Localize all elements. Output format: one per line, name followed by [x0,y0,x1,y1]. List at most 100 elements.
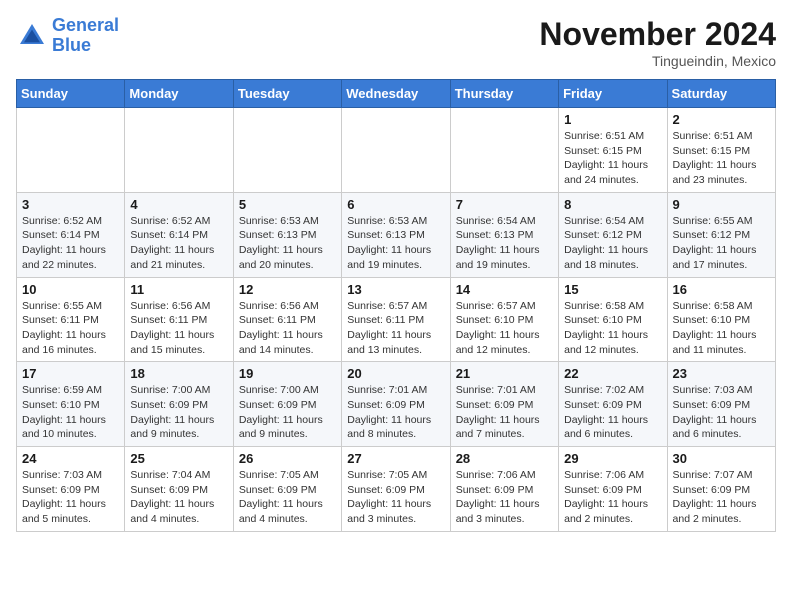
day-info: Sunrise: 7:05 AMSunset: 6:09 PMDaylight:… [239,468,336,527]
day-number: 5 [239,197,336,212]
calendar-cell: 24 Sunrise: 7:03 AMSunset: 6:09 PMDayligh… [17,447,125,532]
day-number: 12 [239,282,336,297]
day-info: Sunrise: 7:00 AMSunset: 6:09 PMDaylight:… [130,383,227,442]
day-info: Sunrise: 7:04 AMSunset: 6:09 PMDaylight:… [130,468,227,527]
calendar-cell: 21 Sunrise: 7:01 AMSunset: 6:09 PMDayligh… [450,362,558,447]
calendar-cell [342,108,450,193]
day-info: Sunrise: 6:54 AMSunset: 6:12 PMDaylight:… [564,214,661,273]
day-number: 21 [456,366,553,381]
calendar-cell: 9 Sunrise: 6:55 AMSunset: 6:12 PMDaylight… [667,192,775,277]
calendar-cell: 5 Sunrise: 6:53 AMSunset: 6:13 PMDaylight… [233,192,341,277]
calendar-cell [125,108,233,193]
calendar-header-row: SundayMondayTuesdayWednesdayThursdayFrid… [17,80,776,108]
day-info: Sunrise: 6:56 AMSunset: 6:11 PMDaylight:… [130,299,227,358]
day-info: Sunrise: 6:55 AMSunset: 6:11 PMDaylight:… [22,299,119,358]
day-number: 26 [239,451,336,466]
calendar-cell: 29Sunrise: 7:06 AMSunset: 6:09 PMDayligh… [559,447,667,532]
day-number: 30 [673,451,770,466]
weekday-header-wednesday: Wednesday [342,80,450,108]
day-number: 27 [347,451,444,466]
day-info: Sunrise: 6:57 AMSunset: 6:11 PMDaylight:… [347,299,444,358]
calendar-cell: 13 Sunrise: 6:57 AMSunset: 6:11 PMDayligh… [342,277,450,362]
day-info: Sunrise: 6:55 AMSunset: 6:12 PMDaylight:… [673,214,770,273]
page-header: General Blue November 2024 Tingueindin, … [16,16,776,69]
day-info: Sunrise: 6:52 AMSunset: 6:14 PMDaylight:… [22,214,119,273]
calendar-cell: 19 Sunrise: 7:00 AMSunset: 6:09 PMDayligh… [233,362,341,447]
calendar-cell: 1Sunrise: 6:51 AMSunset: 6:15 PMDaylight… [559,108,667,193]
day-info: Sunrise: 6:59 AMSunset: 6:10 PMDaylight:… [22,383,119,442]
day-info: Sunrise: 6:58 AMSunset: 6:10 PMDaylight:… [673,299,770,358]
calendar-cell [450,108,558,193]
calendar-week-row: 17 Sunrise: 6:59 AMSunset: 6:10 PMDayligh… [17,362,776,447]
calendar-cell: 20 Sunrise: 7:01 AMSunset: 6:09 PMDayligh… [342,362,450,447]
day-number: 22 [564,366,661,381]
calendar-cell [233,108,341,193]
day-info: Sunrise: 6:53 AMSunset: 6:13 PMDaylight:… [347,214,444,273]
calendar-cell: 7Sunrise: 6:54 AMSunset: 6:13 PMDaylight… [450,192,558,277]
day-number: 13 [347,282,444,297]
calendar-cell: 12 Sunrise: 6:56 AMSunset: 6:11 PMDayligh… [233,277,341,362]
month-title: November 2024 [539,16,776,53]
day-number: 17 [22,366,119,381]
weekday-header-sunday: Sunday [17,80,125,108]
calendar-cell: 4Sunrise: 6:52 AMSunset: 6:14 PMDaylight… [125,192,233,277]
calendar-cell: 6 Sunrise: 6:53 AMSunset: 6:13 PMDaylight… [342,192,450,277]
day-info: Sunrise: 7:03 AMSunset: 6:09 PMDaylight:… [22,468,119,527]
calendar-cell: 10Sunrise: 6:55 AMSunset: 6:11 PMDayligh… [17,277,125,362]
day-info: Sunrise: 6:52 AMSunset: 6:14 PMDaylight:… [130,214,227,273]
day-info: Sunrise: 6:54 AMSunset: 6:13 PMDaylight:… [456,214,553,273]
calendar-week-row: 3 Sunrise: 6:52 AMSunset: 6:14 PMDaylight… [17,192,776,277]
day-number: 20 [347,366,444,381]
calendar-cell [17,108,125,193]
logo-text: General Blue [52,16,119,56]
day-number: 11 [130,282,227,297]
day-info: Sunrise: 7:06 AMSunset: 6:09 PMDaylight:… [456,468,553,527]
day-number: 1 [564,112,661,127]
weekday-header-saturday: Saturday [667,80,775,108]
day-number: 2 [673,112,770,127]
day-number: 15 [564,282,661,297]
logo-icon [16,20,48,52]
weekday-header-tuesday: Tuesday [233,80,341,108]
day-number: 3 [22,197,119,212]
day-info: Sunrise: 7:07 AMSunset: 6:09 PMDaylight:… [673,468,770,527]
calendar-cell: 14 Sunrise: 6:57 AMSunset: 6:10 PMDayligh… [450,277,558,362]
calendar-cell: 15 Sunrise: 6:58 AMSunset: 6:10 PMDayligh… [559,277,667,362]
calendar-cell: 18 Sunrise: 7:00 AMSunset: 6:09 PMDayligh… [125,362,233,447]
calendar-cell: 22 Sunrise: 7:02 AMSunset: 6:09 PMDayligh… [559,362,667,447]
day-number: 16 [673,282,770,297]
day-number: 24 [22,451,119,466]
day-info: Sunrise: 6:58 AMSunset: 6:10 PMDaylight:… [564,299,661,358]
day-info: Sunrise: 7:02 AMSunset: 6:09 PMDaylight:… [564,383,661,442]
day-number: 6 [347,197,444,212]
calendar-cell: 17 Sunrise: 6:59 AMSunset: 6:10 PMDayligh… [17,362,125,447]
calendar-cell: 2Sunrise: 6:51 AMSunset: 6:15 PMDaylight… [667,108,775,193]
day-number: 28 [456,451,553,466]
calendar-cell: 23 Sunrise: 7:03 AMSunset: 6:09 PMDayligh… [667,362,775,447]
calendar-table: SundayMondayTuesdayWednesdayThursdayFrid… [16,79,776,532]
day-info: Sunrise: 6:56 AMSunset: 6:11 PMDaylight:… [239,299,336,358]
title-block: November 2024 Tingueindin, Mexico [539,16,776,69]
day-number: 23 [673,366,770,381]
weekday-header-thursday: Thursday [450,80,558,108]
location: Tingueindin, Mexico [539,53,776,69]
day-number: 19 [239,366,336,381]
weekday-header-friday: Friday [559,80,667,108]
calendar-cell: 26 Sunrise: 7:05 AMSunset: 6:09 PMDayligh… [233,447,341,532]
weekday-header-monday: Monday [125,80,233,108]
calendar-week-row: 10Sunrise: 6:55 AMSunset: 6:11 PMDayligh… [17,277,776,362]
day-number: 18 [130,366,227,381]
day-info: Sunrise: 6:53 AMSunset: 6:13 PMDaylight:… [239,214,336,273]
day-number: 14 [456,282,553,297]
day-info: Sunrise: 7:03 AMSunset: 6:09 PMDaylight:… [673,383,770,442]
day-number: 9 [673,197,770,212]
calendar-week-row: 1Sunrise: 6:51 AMSunset: 6:15 PMDaylight… [17,108,776,193]
calendar-cell: 25Sunrise: 7:04 AMSunset: 6:09 PMDayligh… [125,447,233,532]
day-number: 29 [564,451,661,466]
day-info: Sunrise: 7:01 AMSunset: 6:09 PMDaylight:… [456,383,553,442]
day-info: Sunrise: 6:57 AMSunset: 6:10 PMDaylight:… [456,299,553,358]
calendar-cell: 16 Sunrise: 6:58 AMSunset: 6:10 PMDayligh… [667,277,775,362]
day-info: Sunrise: 7:00 AMSunset: 6:09 PMDaylight:… [239,383,336,442]
calendar-week-row: 24 Sunrise: 7:03 AMSunset: 6:09 PMDayligh… [17,447,776,532]
day-info: Sunrise: 7:01 AMSunset: 6:09 PMDaylight:… [347,383,444,442]
